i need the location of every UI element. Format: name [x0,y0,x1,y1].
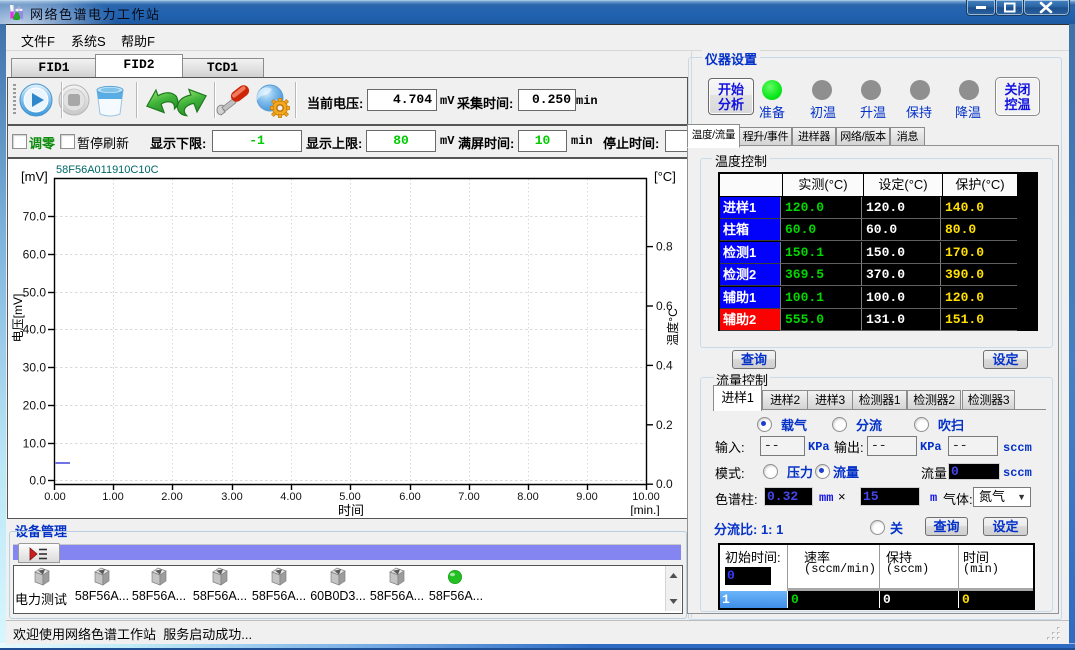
svg-text:1.00: 1.00 [102,491,123,503]
svg-text:[mV]: [mV] [21,169,48,184]
svg-text:40.0: 40.0 [23,323,47,337]
svg-text:0.2: 0.2 [656,418,673,432]
svg-text:30.0: 30.0 [23,361,47,375]
svg-text:电压[mV]: 电压[mV] [11,294,25,343]
svg-text:58F56A011910C10C: 58F56A011910C10C [56,164,159,176]
svg-text:[°C]: [°C] [654,169,676,184]
svg-text:8.00: 8.00 [517,491,538,503]
svg-text:20.0: 20.0 [23,399,47,413]
svg-text:6.00: 6.00 [399,491,420,503]
svg-text:5.00: 5.00 [339,491,360,503]
svg-text:0.8: 0.8 [656,240,673,254]
svg-text:温度°C: 温度°C [665,308,680,346]
svg-text:70.0: 70.0 [23,210,47,224]
svg-text:4.00: 4.00 [280,491,301,503]
svg-text:时间: 时间 [338,503,364,516]
svg-text:9.00: 9.00 [576,491,597,503]
svg-text:2.00: 2.00 [161,491,182,503]
svg-text:0.0: 0.0 [656,477,673,491]
svg-text:[min.]: [min.] [630,503,659,516]
svg-text:0.00: 0.00 [44,491,65,503]
svg-text:0.4: 0.4 [656,358,673,372]
svg-text:50.0: 50.0 [23,286,47,300]
svg-text:3.00: 3.00 [221,491,242,503]
svg-text:10.00: 10.00 [632,491,660,503]
svg-text:0.0: 0.0 [29,474,46,488]
svg-text:60.0: 60.0 [23,248,47,262]
svg-text:7.00: 7.00 [458,491,479,503]
svg-text:10.0: 10.0 [23,437,47,451]
